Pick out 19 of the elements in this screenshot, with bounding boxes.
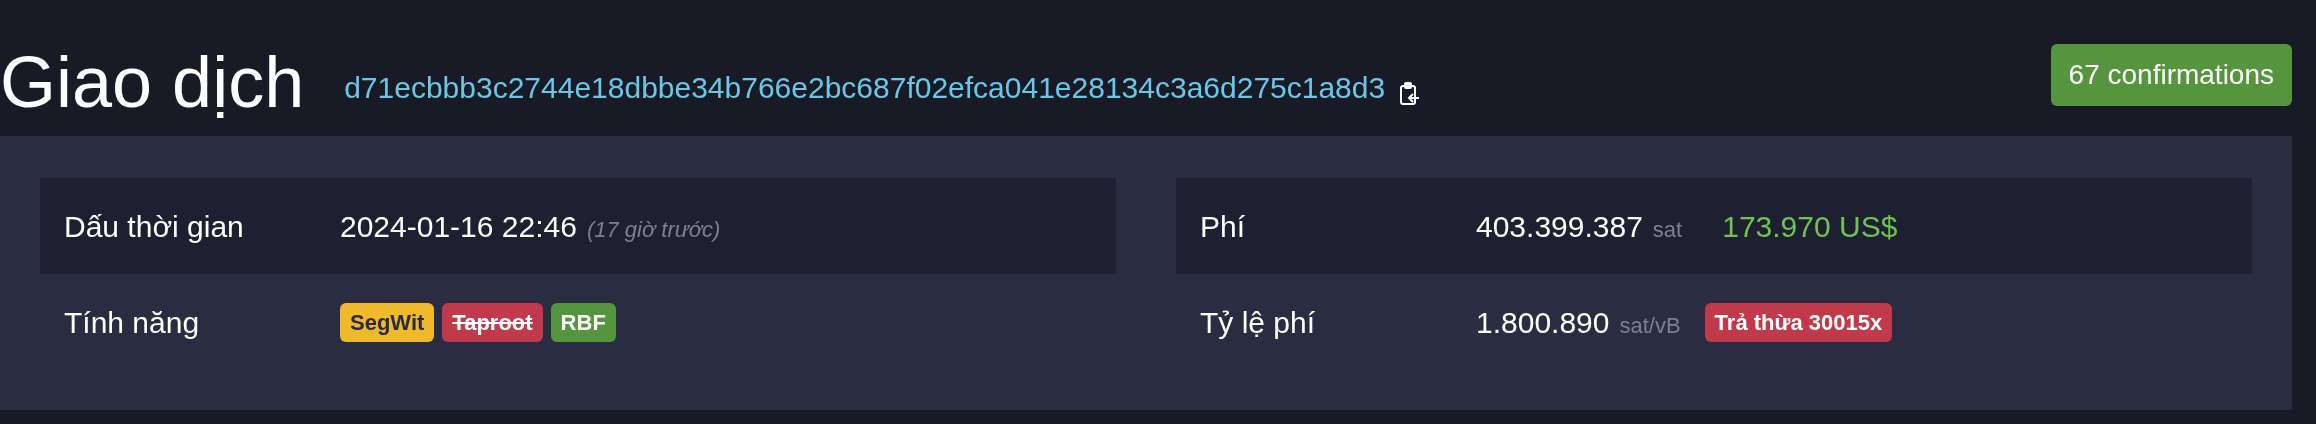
feature-tag: RBF: [550, 302, 616, 342]
row-label: Phí: [1199, 208, 1247, 245]
fee-rate-value: 1.800.890: [1476, 304, 1610, 341]
transaction-id-link[interactable]: d71ecbbb3c2744e18dbbe34b766e2bc687f02efca041e28134c3a6d275c1a8d3: [344, 65, 1386, 136]
copy-icon[interactable]: [1399, 82, 1422, 108]
confirmations-badge: 67 confirmations: [2050, 44, 2292, 106]
feature-tag: SegWit: [340, 302, 435, 342]
overpay-badge: Trả thừa 30015x: [1704, 302, 1893, 342]
unit-label: sat: [1652, 215, 1683, 244]
fiat-value: 173.970 US$: [1722, 208, 1898, 245]
fee-value: 403.399.387: [1476, 208, 1643, 245]
timestamp-value: 2024-01-16 22:46: [340, 208, 577, 245]
row-label: Tỷ lệ phí: [1199, 304, 1317, 341]
row-label: Tính năng: [63, 304, 201, 341]
relative-time: (17 giờ trước): [586, 215, 721, 244]
feature-tag: Taproot: [442, 302, 543, 342]
page-title: Giao dịch: [0, 46, 305, 124]
row-label: Dấu thời gian: [63, 208, 245, 245]
unit-label: sat/vB: [1619, 311, 1681, 340]
